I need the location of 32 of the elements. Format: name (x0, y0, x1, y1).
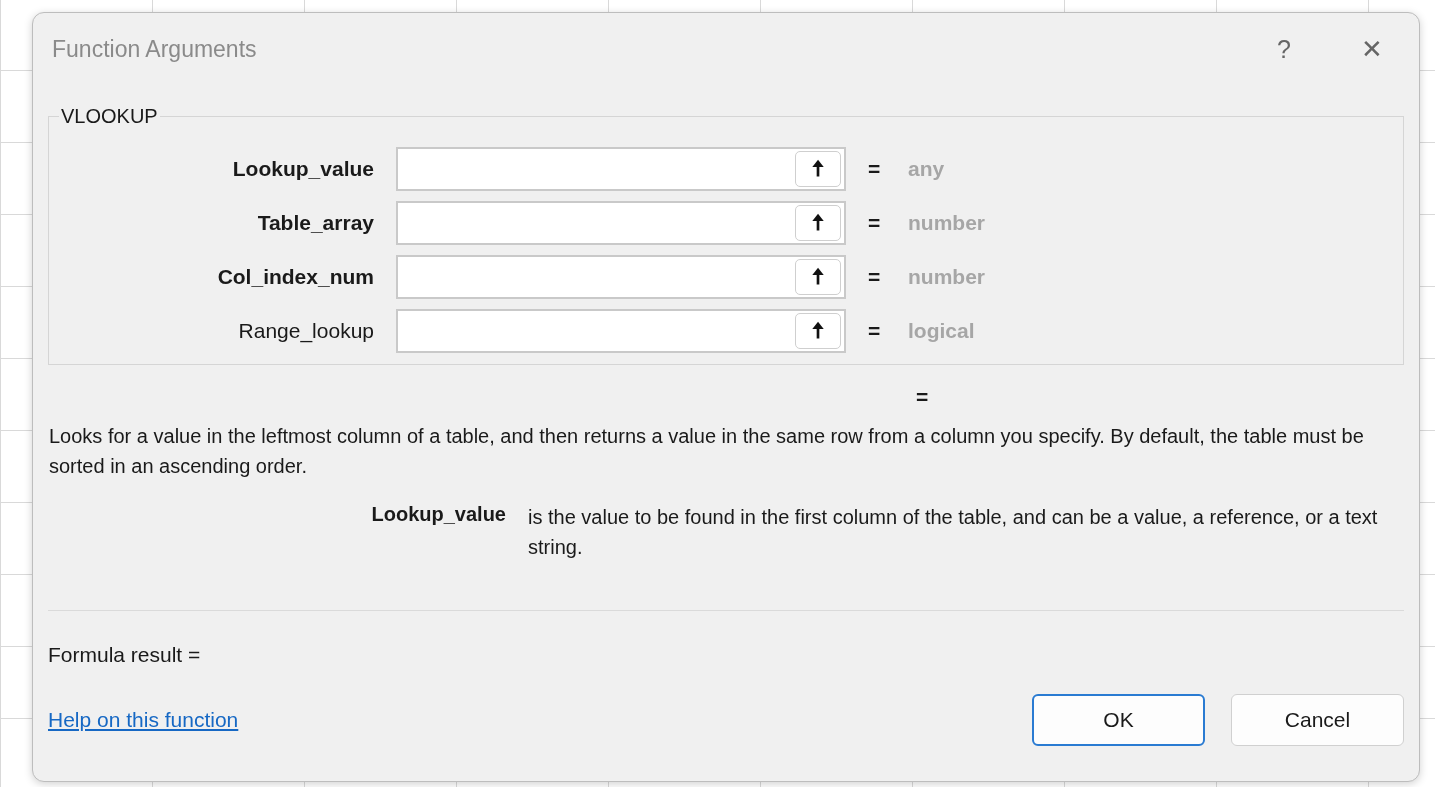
dialog-button[interactable]: Cancel (1231, 694, 1404, 746)
help-button[interactable]: ? (1260, 25, 1308, 73)
argument-description: is the value to be found in the first column of the table, and can be a value, a reference, or a text string. (528, 505, 1378, 560)
dialog-button[interactable]: OK (1032, 694, 1205, 746)
argument-name: Lookup_value (370, 503, 507, 527)
window-title: Function Arguments (51, 35, 258, 63)
equals-sign: = (868, 319, 882, 343)
argument-label: Table_array (256, 211, 375, 235)
equals-sign: = (868, 211, 882, 235)
equals-sign: = (868, 157, 882, 181)
argument-type: any (908, 157, 945, 181)
collapse-button[interactable]: 🠅 (795, 259, 841, 295)
function-description: Looks for a value in the leftmost column of a table, and then returns a value in the same row from a column you specify. By default, the table must be sorted in an ascending order. (48, 424, 1365, 479)
argument-field[interactable]: 🠅 (396, 255, 846, 299)
argument-label: Lookup_value (231, 157, 375, 181)
argument-type: number (908, 211, 985, 235)
equals-sign: = (916, 385, 930, 409)
argument-field[interactable]: 🠅 (396, 309, 846, 353)
help-link[interactable]: Help on this function (48, 708, 239, 732)
collapse-button[interactable]: 🠅 (795, 151, 841, 187)
close-button[interactable]: ✕ (1348, 25, 1396, 73)
argument-type: number (908, 265, 985, 289)
argument-label: Range_lookup (237, 319, 375, 343)
argument-field[interactable]: 🠅 (396, 147, 846, 191)
formula-result: Formula result = (48, 643, 202, 667)
argument-type: logical (908, 319, 975, 343)
group-title: VLOOKUP (60, 105, 159, 128)
argument-label: Col_index_num (216, 265, 375, 289)
argument-field[interactable]: 🠅 (396, 201, 846, 245)
collapse-button[interactable]: 🠅 (795, 313, 841, 349)
collapse-button[interactable]: 🠅 (795, 205, 841, 241)
equals-sign: = (868, 265, 882, 289)
